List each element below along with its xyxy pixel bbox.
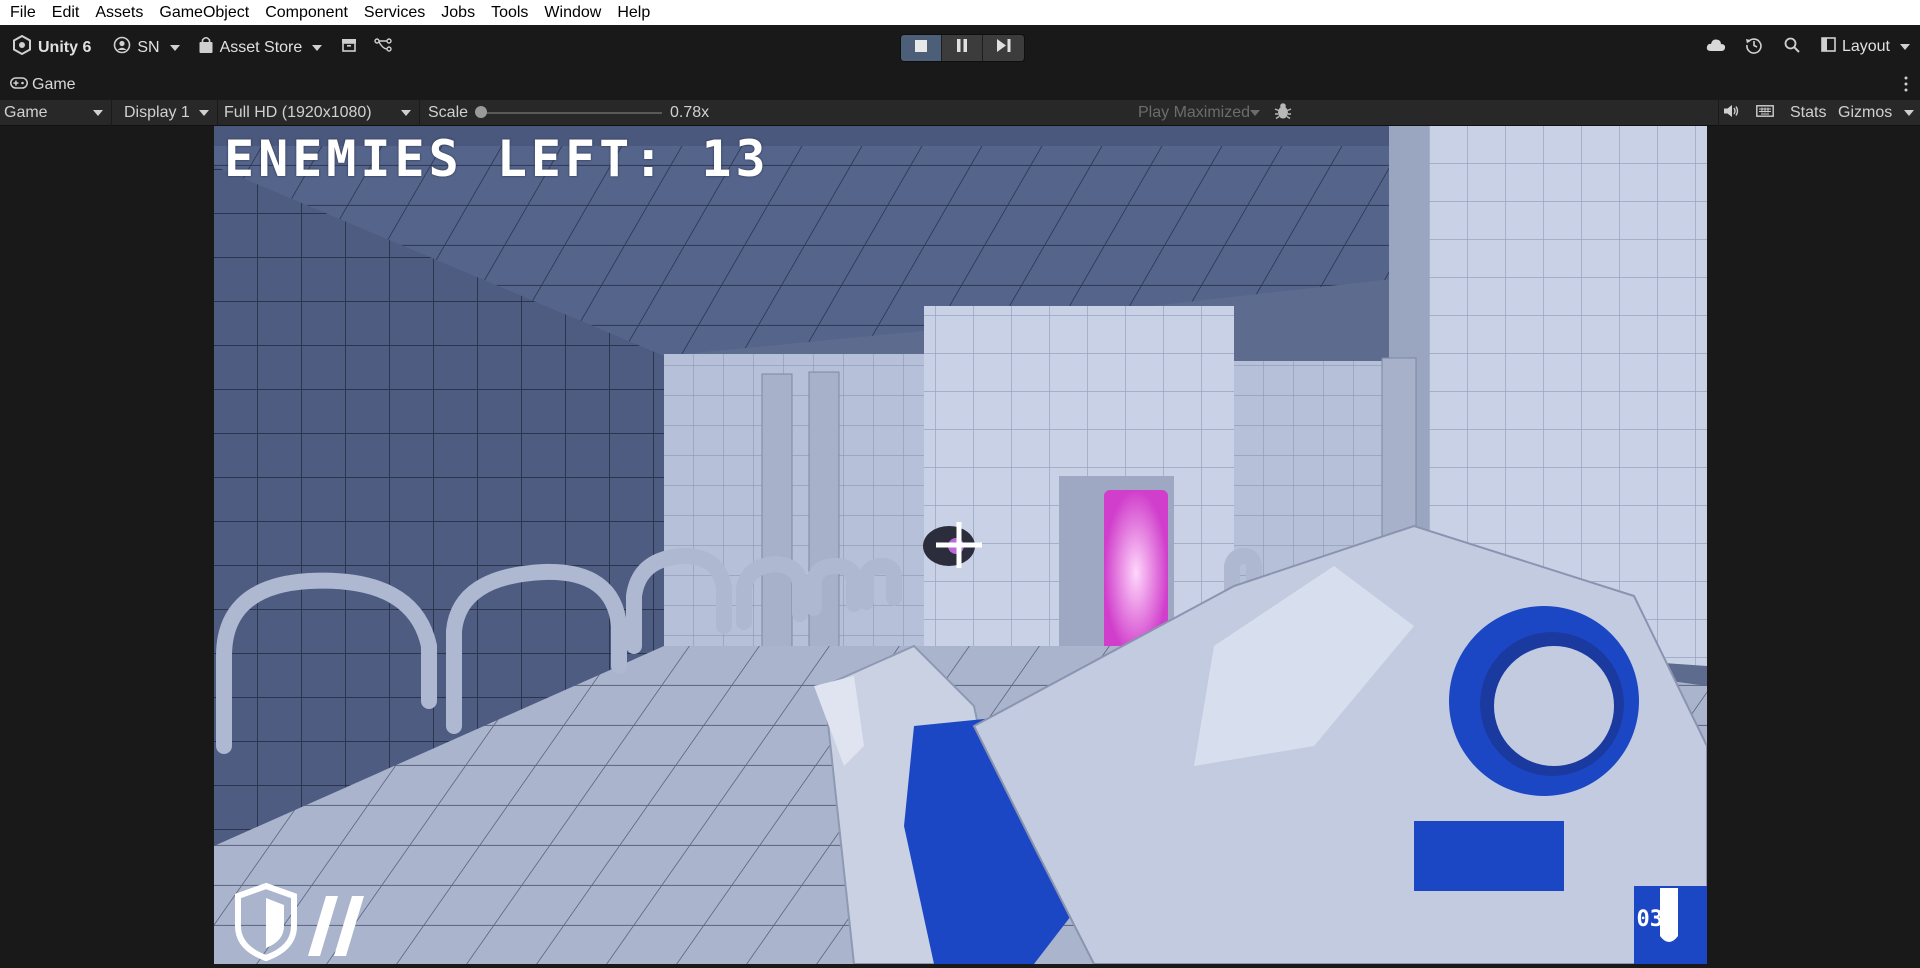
chevron-down-icon [1250,110,1260,116]
asset-store-dropdown[interactable]: Asset Store [190,34,331,62]
frame-debugger-button[interactable] [1270,100,1300,126]
menu-component[interactable]: Component [257,0,356,25]
ammo-counter: 03 [1636,907,1664,932]
resolution-dropdown[interactable]: Full HD (1920x1080) [220,100,420,126]
enemies-left-counter: ENEMIES LEFT: 13 [224,130,770,188]
menu-help[interactable]: Help [609,0,658,25]
toolbar-right: Layout [1699,33,1914,61]
view-mode-dropdown[interactable]: Game [0,100,112,126]
gamepad-icon [10,76,28,94]
layout-icon [1821,37,1836,57]
game-scene [214,126,1707,964]
scale-slider-thumb[interactable] [475,106,487,118]
account-dropdown[interactable]: SN [105,34,187,62]
game-view-toolbar: Game Display 1 Full HD (1920x1080) Scale… [0,100,1920,126]
menu-gameobject[interactable]: GameObject [151,0,257,25]
keyboard-icon [1756,104,1774,122]
stats-label: Stats [1790,104,1827,121]
game-viewport[interactable]: ENEMIES LEFT: 13 03 [214,126,1707,964]
display-dropdown[interactable]: Display 1 [120,100,218,126]
search-icon [1784,37,1800,58]
step-icon [996,39,1011,57]
bug-icon [1274,102,1292,125]
asset-store-label: Asset Store [219,38,303,56]
tab-game-label: Game [32,76,76,93]
shortcut-toggle-button[interactable] [1752,100,1782,126]
chevron-down-icon [1904,110,1914,116]
step-button[interactable] [983,35,1024,61]
undo-history-button[interactable] [1737,33,1771,61]
history-icon [1745,36,1763,59]
chevron-down-icon [199,110,209,116]
main-toolbar: Unity 6 SN Asset Store Layout [0,25,1920,70]
version-control-button[interactable] [366,34,400,62]
pause-button[interactable] [942,35,983,61]
menu-assets[interactable]: Assets [87,0,151,25]
pause-icon [956,39,968,57]
menu-services[interactable]: Services [356,0,433,25]
display-label: Display 1 [124,104,190,121]
scale-value: 0.78x [670,104,710,121]
menu-edit[interactable]: Edit [44,0,88,25]
mute-audio-button[interactable] [1718,100,1748,126]
column [761,373,793,675]
menu-tools[interactable]: Tools [483,0,536,25]
cloud-icon [1706,38,1726,57]
cloud-button[interactable] [1699,33,1733,61]
search-button[interactable] [1775,33,1809,61]
layout-dropdown[interactable]: Layout [1813,33,1914,61]
unity-version-label: Unity 6 [38,38,92,56]
gizmos-dropdown[interactable]: Gizmos [1834,100,1920,126]
speaker-icon [1723,104,1739,123]
chevron-down-icon [169,44,180,51]
chevron-down-icon [1900,44,1910,50]
layout-label: Layout [1841,38,1890,55]
chevron-down-icon [401,110,411,116]
package-manager-button[interactable] [332,34,366,62]
stop-icon [915,39,927,57]
resolution-label: Full HD (1920x1080) [224,104,372,121]
archive-icon [341,38,357,57]
scale-label: Scale [428,104,469,121]
tab-bar: Game [0,70,1920,100]
tab-game[interactable]: Game [10,76,76,94]
more-options-icon[interactable] [1904,76,1908,92]
stats-button[interactable]: Stats [1786,100,1832,126]
unity-logo-icon [12,34,32,60]
menu-file[interactable]: File [2,0,44,25]
column [808,371,840,683]
account-label: SN [137,38,160,56]
menu-jobs[interactable]: Jobs [433,0,483,25]
gizmos-label: Gizmos [1838,104,1893,121]
unity-version-button[interactable]: Unity 6 [4,34,99,62]
play-mode-label: Play Maximized [1138,104,1251,121]
branch-icon [374,37,392,58]
play-mode-dropdown[interactable]: Play Maximized [1134,100,1268,126]
shopping-bag-icon [198,36,214,59]
account-icon [113,36,131,59]
view-mode-label: Game [4,104,48,121]
scale-slider[interactable] [480,112,662,114]
play-controls [900,34,1025,62]
menu-window[interactable]: Window [536,0,609,25]
stop-button[interactable] [901,35,942,61]
chevron-down-icon [312,44,323,51]
menu-bar: File Edit Assets GameObject Component Se… [0,0,1920,25]
chevron-down-icon [93,110,103,116]
